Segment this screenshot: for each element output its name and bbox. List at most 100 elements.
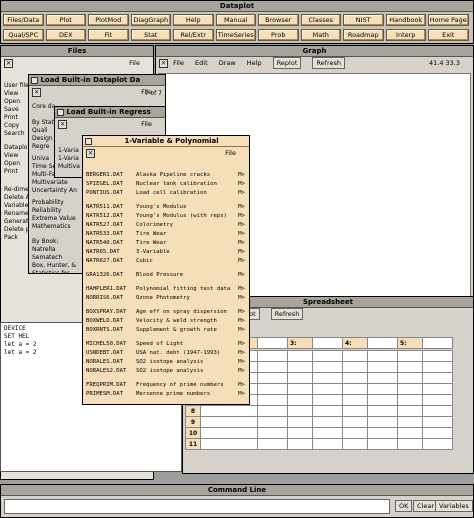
row-header[interactable]: 11: [185, 438, 201, 450]
dataset-row[interactable]: BOXWELD.DAT Velocity & weld strength M>: [83, 317, 249, 326]
cell[interactable]: [257, 405, 288, 417]
close-icon[interactable]: ×: [4, 58, 13, 68]
cell[interactable]: [287, 438, 313, 450]
cell[interactable]: [367, 394, 398, 406]
dataset-row[interactable]: FREQPRIM.DAT Frequency of prime numbers M>: [83, 381, 249, 390]
cell[interactable]: [312, 350, 343, 362]
cell[interactable]: [422, 438, 453, 450]
poly-menu-file[interactable]: File: [225, 147, 236, 159]
toolbar-button-diaggraph[interactable]: DiagGraph: [130, 14, 171, 26]
cell[interactable]: [342, 416, 368, 428]
toolbar-button-help[interactable]: Help: [173, 14, 214, 26]
dataset-row[interactable]: HAHPLER1.DAT Polynomial fitting test data…: [83, 285, 249, 294]
toolbar-button-math[interactable]: Math: [300, 29, 341, 41]
cell[interactable]: [397, 350, 423, 362]
toolbar-button-home-page[interactable]: Home Page: [428, 14, 469, 26]
dataset-row[interactable]: SPIEGEL.DAT Nuclear tank calibration M>: [83, 180, 249, 189]
dataset-row[interactable]: NORALES.DAT SO2 isotope analysis M>: [83, 358, 249, 367]
cell[interactable]: [397, 416, 423, 428]
graph-menu-draw[interactable]: Draw: [219, 59, 236, 67]
dataset-row[interactable]: BERGER1.DAT Alaska Pipeline cracks M>: [83, 171, 249, 180]
cell[interactable]: [200, 405, 258, 417]
cell[interactable]: [312, 438, 343, 450]
toolbar-button-manual[interactable]: Manual: [215, 14, 256, 26]
cell[interactable]: [422, 383, 453, 395]
cell[interactable]: [367, 372, 398, 384]
row-header[interactable]: 9: [185, 416, 201, 428]
dataset-row[interactable]: BOXRNTS.DAT Supplement & growth rate M>: [83, 326, 249, 335]
cell[interactable]: [397, 372, 423, 384]
close-icon[interactable]: ×: [159, 58, 168, 68]
cell[interactable]: [342, 438, 368, 450]
cell[interactable]: [257, 337, 288, 349]
dataset-row[interactable]: NATR511.DAT Young's Modulus M>: [83, 203, 249, 212]
cell[interactable]: [200, 438, 258, 450]
close-icon[interactable]: ×: [58, 119, 67, 129]
cell[interactable]: [287, 427, 313, 439]
cell[interactable]: [312, 427, 343, 439]
cell[interactable]: [312, 383, 343, 395]
dataset-row[interactable]: BOXSPRAY.DAT Age eff on spray dispersion M…: [83, 308, 249, 317]
cell[interactable]: [312, 372, 343, 384]
cell[interactable]: [257, 383, 288, 395]
cell[interactable]: [200, 427, 258, 439]
cell[interactable]: [287, 405, 313, 417]
dataset-row[interactable]: NATR533.DAT Tire Wear M>: [83, 230, 249, 239]
cell[interactable]: [287, 394, 313, 406]
cell[interactable]: [342, 383, 368, 395]
cell[interactable]: [342, 361, 368, 373]
cell[interactable]: [397, 427, 423, 439]
col-header[interactable]: 3:: [287, 337, 313, 349]
toolbar-button-files-data[interactable]: Files/Data: [3, 14, 44, 26]
dataset-row[interactable]: PONTIUS.DAT Load cell calibration M>: [83, 189, 249, 198]
toolbar-button-dex[interactable]: DEX: [45, 29, 86, 41]
cell[interactable]: [257, 372, 288, 384]
dataset-row[interactable]: NORALES2.DAT SO2 isotope analysis M>: [83, 367, 249, 376]
toolbar-button-handbook[interactable]: Handbook: [385, 14, 426, 26]
cell[interactable]: [367, 405, 398, 417]
toolbar-button-exit[interactable]: Exit: [428, 29, 469, 41]
cell[interactable]: [342, 394, 368, 406]
toolbar-button-fit[interactable]: Fit: [88, 29, 129, 41]
cell[interactable]: [287, 361, 313, 373]
cell[interactable]: [397, 394, 423, 406]
cell[interactable]: [342, 372, 368, 384]
cell[interactable]: [367, 416, 398, 428]
command-input[interactable]: [4, 499, 390, 514]
cell[interactable]: [422, 337, 453, 349]
cell[interactable]: [287, 383, 313, 395]
cell[interactable]: [422, 427, 453, 439]
toolbar-button-interp[interactable]: Interp: [385, 29, 426, 41]
dataset-row[interactable]: MICHEL50.DAT Speed of Light M>: [83, 340, 249, 349]
window-menu-icon[interactable]: [85, 137, 92, 145]
dataset-row[interactable]: GRA1326.DAT Blood Pressure M>: [83, 271, 249, 280]
toolbar-button-plot[interactable]: Plot: [45, 14, 86, 26]
cell[interactable]: [287, 416, 313, 428]
close-icon[interactable]: ×: [32, 87, 41, 97]
cell[interactable]: [312, 416, 343, 428]
toolbar-button-rel-extr[interactable]: Rel/Extr: [173, 29, 214, 41]
cell[interactable]: [312, 361, 343, 373]
close-icon[interactable]: ×: [86, 148, 95, 158]
cell[interactable]: [367, 350, 398, 362]
cell[interactable]: [257, 427, 288, 439]
cell[interactable]: [422, 372, 453, 384]
cell[interactable]: [397, 361, 423, 373]
row-header[interactable]: 8: [185, 405, 201, 417]
cell[interactable]: [397, 438, 423, 450]
toolbar-button-prob[interactable]: Prob: [258, 29, 299, 41]
window-menu-icon[interactable]: [31, 76, 38, 84]
dataset-row[interactable]: PRIMESM.DAT Mersenne prime numbers M>: [83, 390, 249, 399]
cell[interactable]: [342, 350, 368, 362]
toolbar-button-stat[interactable]: Stat: [130, 29, 171, 41]
cell[interactable]: [287, 372, 313, 384]
cell[interactable]: [367, 337, 398, 349]
dataset-row[interactable]: USNDEBT.DAT USA nat. debt (1947-1993) M>: [83, 349, 249, 358]
toolbar-button-plotmod[interactable]: PlotMod: [88, 14, 129, 26]
cell[interactable]: [397, 405, 423, 417]
dataset-row[interactable]: NATR512.DAT Young's Modulus (with reps) M>: [83, 212, 249, 221]
dataset-row[interactable]: NATR65.DAT 3-Variable M>: [83, 248, 249, 257]
toolbar-button-browser[interactable]: Browser: [258, 14, 299, 26]
row-header[interactable]: 10: [185, 427, 201, 439]
toolbar-button-nist[interactable]: NIST: [343, 14, 384, 26]
